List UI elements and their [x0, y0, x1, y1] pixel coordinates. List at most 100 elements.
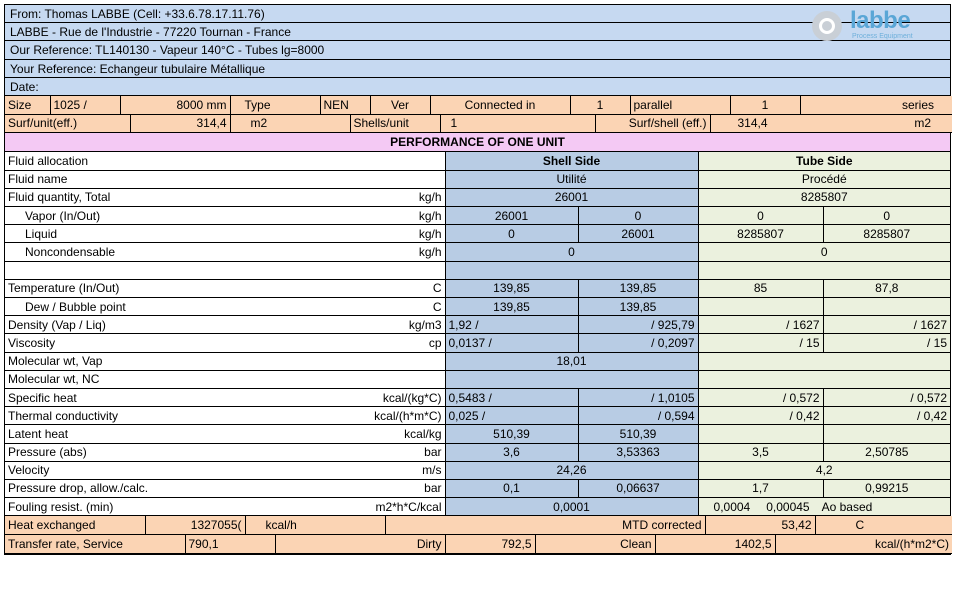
shell-density-out: / 925,79	[578, 315, 699, 335]
parallel-count: 1	[570, 95, 631, 115]
tube-thcond-in: / 0,42	[698, 406, 824, 426]
tube-density-in: / 1627	[698, 315, 824, 335]
tube-pdrop-allow: 1,7	[698, 479, 824, 499]
label-fluid-allocation: Fluid allocation	[5, 152, 446, 171]
surf-row: Surf/unit(eff.) 314,4 m2 Shells/unit 1 S…	[5, 114, 952, 134]
tube-fouling-basis: Ao based	[821, 499, 873, 514]
label-velocity: Velocity m/s	[5, 461, 446, 480]
unit-text: kcal/(kg*C)	[382, 390, 442, 405]
shell-vapor-in: 26001	[445, 206, 579, 226]
performance-title-table: PERFORMANCE OF ONE UNIT	[5, 133, 950, 153]
row-mol-wt-nc: Molecular wt, NC	[5, 370, 951, 389]
label-text: Dew / Bubble point	[25, 299, 126, 314]
row-fouling: Fouling resist. (min) m2*h*C/kcal 0,0001 …	[5, 497, 951, 517]
tube-density-out: / 1627	[823, 315, 951, 335]
tube-liquid-out: 8285807	[823, 224, 951, 244]
type-value: NEN	[320, 95, 371, 115]
mtd-value: 53,42	[705, 516, 816, 535]
series-count: 1	[730, 95, 801, 115]
label-mol-wt-vap: Molecular wt, Vap	[5, 352, 446, 371]
unit-text: kg/m3	[408, 317, 442, 332]
performance-title: PERFORMANCE OF ONE UNIT	[5, 133, 950, 153]
shell-velocity: 24,26	[445, 461, 699, 480]
label-fouling: Fouling resist. (min) m2*h*C/kcal	[5, 497, 446, 517]
unit-text: kg/h	[418, 245, 442, 260]
tube-vapor-out: 0	[823, 206, 951, 226]
transfer-label: Transfer rate, Service	[5, 534, 186, 554]
tube-velocity: 4,2	[698, 461, 951, 480]
tube-vapor-in: 0	[698, 206, 824, 226]
row-fluid-allocation: Fluid allocation Shell Side Tube Side	[5, 152, 951, 171]
header-date: Date:	[5, 77, 950, 96]
label-text: Fluid quantity, Total	[8, 190, 111, 205]
row-viscosity: Viscosity cp 0,0137 / / 0,2097 / 15 / 15	[5, 333, 951, 353]
surf-table: Surf/unit(eff.) 314,4 m2 Shells/unit 1 S…	[5, 114, 952, 134]
label-text: Vapor (In/Out)	[25, 208, 101, 223]
size-value: 1025 /	[50, 95, 121, 115]
shell-noncondensable: 0	[445, 242, 699, 262]
label-text: Pressure drop, allow./calc.	[8, 481, 149, 496]
shells-value: 1	[440, 114, 596, 134]
performance-title-row: PERFORMANCE OF ONE UNIT	[5, 133, 950, 153]
header-your-reference: Your Reference: Echangeur tubulaire Méta…	[5, 59, 950, 78]
label-text: Viscosity	[8, 335, 56, 350]
tube-spheat-in: / 0,572	[698, 388, 824, 408]
shell-pressure-in: 3,6	[445, 443, 579, 462]
unit-text: C	[432, 299, 442, 314]
shell-dew-out: 139,85	[578, 297, 699, 317]
row-blank	[5, 261, 951, 280]
series-label: series	[800, 95, 952, 115]
surf-unit-value: 314,4	[130, 114, 231, 134]
shell-temp-in: 139,85	[445, 279, 579, 299]
shell-mol-wt-nc	[445, 370, 699, 389]
shell-side-header: Shell Side	[445, 152, 699, 171]
transfer-table: Transfer rate, Service 790,1 Dirty 792,5…	[5, 534, 952, 554]
shells-label: Shells/unit	[350, 114, 441, 134]
tube-spheat-out: / 0,572	[823, 388, 951, 408]
unit-text: kcal/kg	[404, 426, 442, 441]
shell-fluid-name: Utilité	[445, 170, 699, 189]
row-density: Density (Vap / Liq) kg/m3 1,92 / / 925,79…	[5, 315, 951, 335]
tube-noncondensable: 0	[698, 242, 951, 262]
label-text: Velocity	[8, 463, 50, 478]
label-text: Pressure (abs)	[8, 445, 87, 460]
label-liquid: Liquid kg/h	[5, 224, 446, 244]
tube-fluid-name: Procédé	[698, 170, 951, 189]
heat-table: Heat exchanged 1327055( kcal/h MTD corre…	[5, 516, 952, 535]
size-label: Size	[5, 95, 51, 115]
shell-fouling: 0,0001	[445, 497, 699, 517]
shell-blank	[445, 261, 699, 280]
shell-pressure-out: 3,53363	[578, 443, 699, 462]
row-temperature: Temperature (In/Out) C 139,85 139,85 85 8…	[5, 279, 951, 299]
shell-mol-wt-vap: 18,01	[445, 352, 699, 371]
shell-viscosity-in: 0,0137 /	[445, 333, 579, 353]
tube-fluid-quantity: 8285807	[698, 188, 951, 208]
label-fluid-quantity: Fluid quantity, Total kg/h	[5, 188, 446, 208]
tube-blank	[698, 261, 951, 280]
shell-density-in: 1,92 /	[445, 315, 579, 335]
label-specific-heat: Specific heat kcal/(kg*C)	[5, 388, 446, 408]
unit-text: m/s	[422, 463, 442, 478]
clean-label: Clean	[535, 534, 656, 554]
surf-shell-label: Surf/shell (eff.)	[595, 114, 711, 134]
label-text: Thermal conductivity	[8, 408, 119, 423]
label-pressure: Pressure (abs) bar	[5, 443, 446, 462]
label-latent-heat: Latent heat kcal/kg	[5, 424, 446, 444]
tube-temp-out: 87,8	[823, 279, 951, 299]
size-row: Size 1025 / 8000 mm Type NEN Ver Connect…	[5, 95, 952, 115]
mtd-unit: C	[815, 516, 952, 535]
tube-pressure-in: 3,5	[698, 443, 824, 462]
shell-liquid-in: 0	[445, 224, 579, 244]
tube-latent-in	[698, 424, 824, 444]
logo-tagline: Process Equipment	[852, 33, 913, 40]
surf-shell-value: 314,4	[737, 116, 768, 131]
dirty-value: 792,5	[445, 534, 536, 554]
surf-unit-unit: m2	[230, 114, 351, 134]
shell-temp-out: 139,85	[578, 279, 699, 299]
unit-text: kg/h	[418, 226, 442, 241]
surf-shell-unit: m2	[914, 116, 931, 131]
transfer-value: 790,1	[185, 534, 276, 554]
row-fluid-name: Fluid name Utilité Procédé	[5, 170, 951, 189]
shell-fluid-quantity: 26001	[445, 188, 699, 208]
surf-shell-combined: 314,4 m2	[710, 114, 952, 134]
